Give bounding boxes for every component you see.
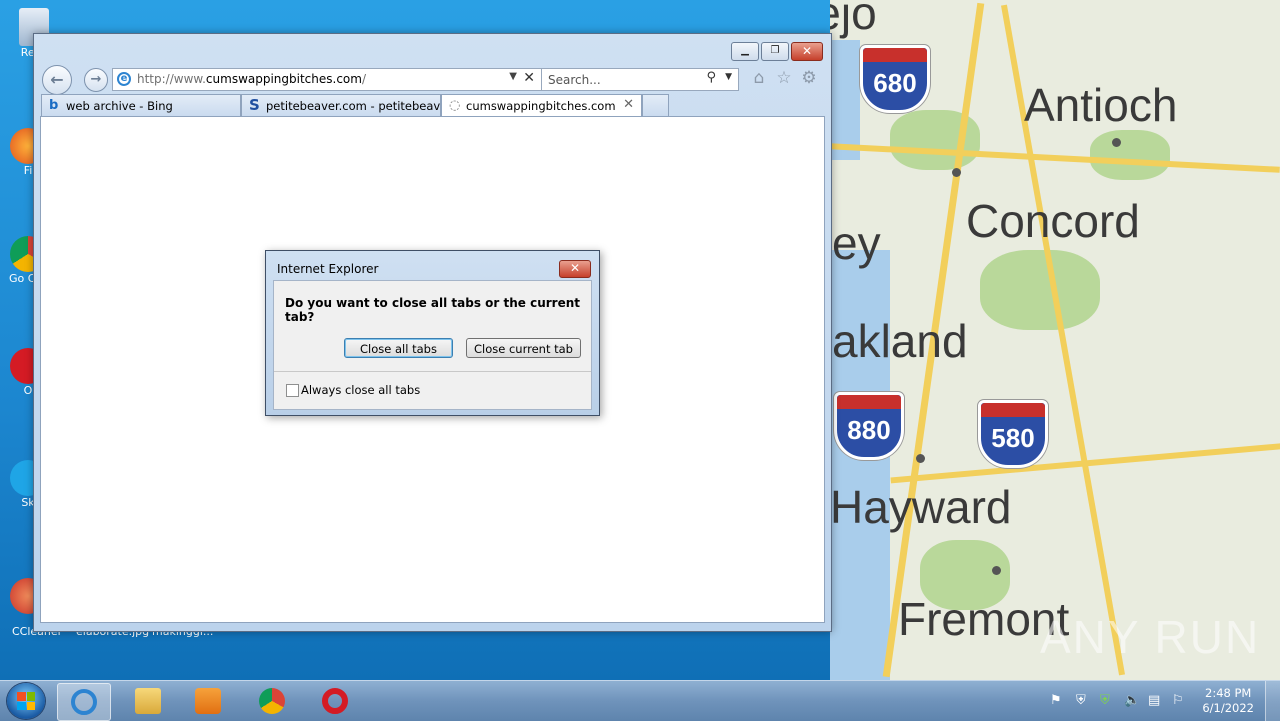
interstate-shield-580: 580 bbox=[978, 400, 1048, 468]
new-tab-button[interactable] bbox=[642, 94, 669, 116]
bing-icon: b bbox=[49, 98, 59, 113]
start-button[interactable] bbox=[7, 683, 45, 719]
map-city-concord: Concord bbox=[966, 195, 1140, 247]
folder-icon bbox=[135, 688, 161, 714]
restore-button[interactable]: ❐ bbox=[761, 42, 789, 61]
url-suffix: / bbox=[361, 72, 367, 86]
window-controls: ▁ ❐ ✕ bbox=[731, 42, 823, 61]
map-city-partial-ey: ey bbox=[832, 217, 881, 269]
close-icon: ✕ bbox=[801, 44, 813, 58]
search-box[interactable]: ⚲ ▼ bbox=[541, 68, 739, 91]
minimize-icon: ▁ bbox=[741, 45, 749, 56]
back-button[interactable]: ← bbox=[42, 65, 72, 95]
interstate-shield-880: 880 bbox=[834, 392, 904, 460]
dialog-body: Do you want to close all tabs or the cur… bbox=[273, 280, 592, 410]
stop-icon[interactable]: ✕ bbox=[523, 70, 535, 86]
map-wallpaper: Vallejo Antioch Concord ey akland Haywar… bbox=[830, 0, 1280, 680]
back-arrow-icon: ← bbox=[50, 70, 64, 89]
taskbar-google-chrome[interactable] bbox=[246, 683, 298, 719]
favorites-star-icon[interactable]: ☆ bbox=[774, 68, 794, 88]
media-player-icon bbox=[195, 688, 221, 714]
action-center-icon[interactable]: ⚑ bbox=[1050, 693, 1062, 708]
close-window-button[interactable]: ✕ bbox=[791, 42, 823, 61]
anyrun-watermark: ANY RUN bbox=[1040, 611, 1261, 663]
system-clock[interactable]: 2:48 PM 6/1/2022 bbox=[1202, 686, 1254, 716]
show-desktop-button[interactable] bbox=[1265, 681, 1280, 721]
tab-title: petitebeaver.com - petitebeav... bbox=[266, 99, 441, 113]
loading-icon: ◌ bbox=[449, 98, 461, 113]
forward-arrow-icon: → bbox=[90, 72, 102, 87]
address-bar[interactable]: e http://www.cumswappingbitches.com/ ▼ ✕ bbox=[112, 68, 542, 91]
close-tabs-dialog: Internet Explorer ✕ Do you want to close… bbox=[265, 250, 600, 416]
dialog-divider bbox=[274, 371, 591, 372]
search-icon[interactable]: ⚲ bbox=[706, 70, 716, 85]
tab-title: cumswappingbitches.com bbox=[466, 99, 616, 113]
minimize-button[interactable]: ▁ bbox=[731, 42, 759, 61]
opera-icon bbox=[322, 688, 348, 714]
tab-cumswappingbitches[interactable]: ◌ cumswappingbitches.com ✕ bbox=[441, 94, 642, 116]
always-close-checkbox[interactable] bbox=[286, 384, 299, 397]
dialog-title: Internet Explorer bbox=[277, 262, 379, 276]
taskbar: ⚑ ⛨ ⛨ 🔈 ▤ ⚐ 2:48 PM 6/1/2022 bbox=[0, 680, 1280, 721]
home-icon[interactable]: ⌂ bbox=[749, 68, 769, 88]
tools-gear-icon[interactable]: ⚙ bbox=[799, 68, 819, 88]
antivirus-shield-icon[interactable]: ⛨ bbox=[1100, 693, 1110, 708]
map-city-antioch: Antioch bbox=[1024, 79, 1178, 131]
internet-explorer-icon bbox=[71, 689, 97, 715]
address-url: http://www.cumswappingbitches.com/ bbox=[137, 72, 366, 86]
map-city-oakland: akland bbox=[832, 315, 968, 367]
chrome-icon bbox=[259, 688, 285, 714]
map-city-hayward: Hayward bbox=[830, 481, 1012, 533]
volume-icon[interactable]: 🔈 bbox=[1124, 693, 1140, 708]
search-dropdown-icon[interactable]: ▼ bbox=[725, 72, 732, 82]
taskbar-opera[interactable] bbox=[309, 683, 361, 719]
tab-close-icon[interactable]: ✕ bbox=[623, 97, 634, 112]
windows-logo-icon bbox=[17, 692, 35, 710]
taskbar-media-player[interactable] bbox=[182, 683, 234, 719]
tab-title: web archive - Bing bbox=[66, 99, 173, 113]
taskbar-internet-explorer[interactable] bbox=[57, 683, 111, 721]
url-domain: cumswappingbitches.com bbox=[205, 72, 362, 86]
desktop-icon-label: O bbox=[23, 384, 33, 397]
tab-bar: b web archive - Bing S petitebeaver.com … bbox=[40, 94, 825, 116]
tab-petitebeaver[interactable]: S petitebeaver.com - petitebeav... bbox=[241, 94, 441, 116]
flag-icon[interactable]: ⚐ bbox=[1172, 693, 1184, 708]
url-prefix: http://www. bbox=[137, 72, 206, 86]
interstate-shield-680: 680 bbox=[860, 45, 930, 113]
clock-date: 6/1/2022 bbox=[1202, 701, 1254, 715]
close-icon: ✕ bbox=[569, 261, 581, 275]
desktop-icon-label: Fi bbox=[23, 164, 33, 177]
close-current-tab-button[interactable]: Close current tab bbox=[466, 338, 581, 358]
close-all-tabs-button[interactable]: Close all tabs bbox=[344, 338, 453, 358]
always-close-label[interactable]: Always close all tabs bbox=[301, 383, 420, 397]
address-dropdown-icon[interactable]: ▼ bbox=[509, 71, 517, 82]
site-s-icon: S bbox=[249, 96, 260, 114]
map-city-vallejo: Vallejo bbox=[830, 0, 877, 39]
taskbar-file-explorer[interactable] bbox=[122, 683, 174, 719]
ie-page-icon: e bbox=[117, 72, 131, 86]
restore-icon: ❐ bbox=[770, 45, 780, 56]
forward-button[interactable]: → bbox=[84, 68, 108, 92]
dialog-question: Do you want to close all tabs or the cur… bbox=[285, 296, 580, 324]
network-icon[interactable]: ▤ bbox=[1148, 693, 1160, 708]
security-shield-icon[interactable]: ⛨ bbox=[1076, 693, 1086, 708]
search-input[interactable] bbox=[546, 71, 700, 88]
tab-web-archive-bing[interactable]: b web archive - Bing bbox=[41, 94, 241, 116]
clock-time: 2:48 PM bbox=[1205, 686, 1252, 700]
dialog-close-button[interactable]: ✕ bbox=[559, 260, 591, 278]
